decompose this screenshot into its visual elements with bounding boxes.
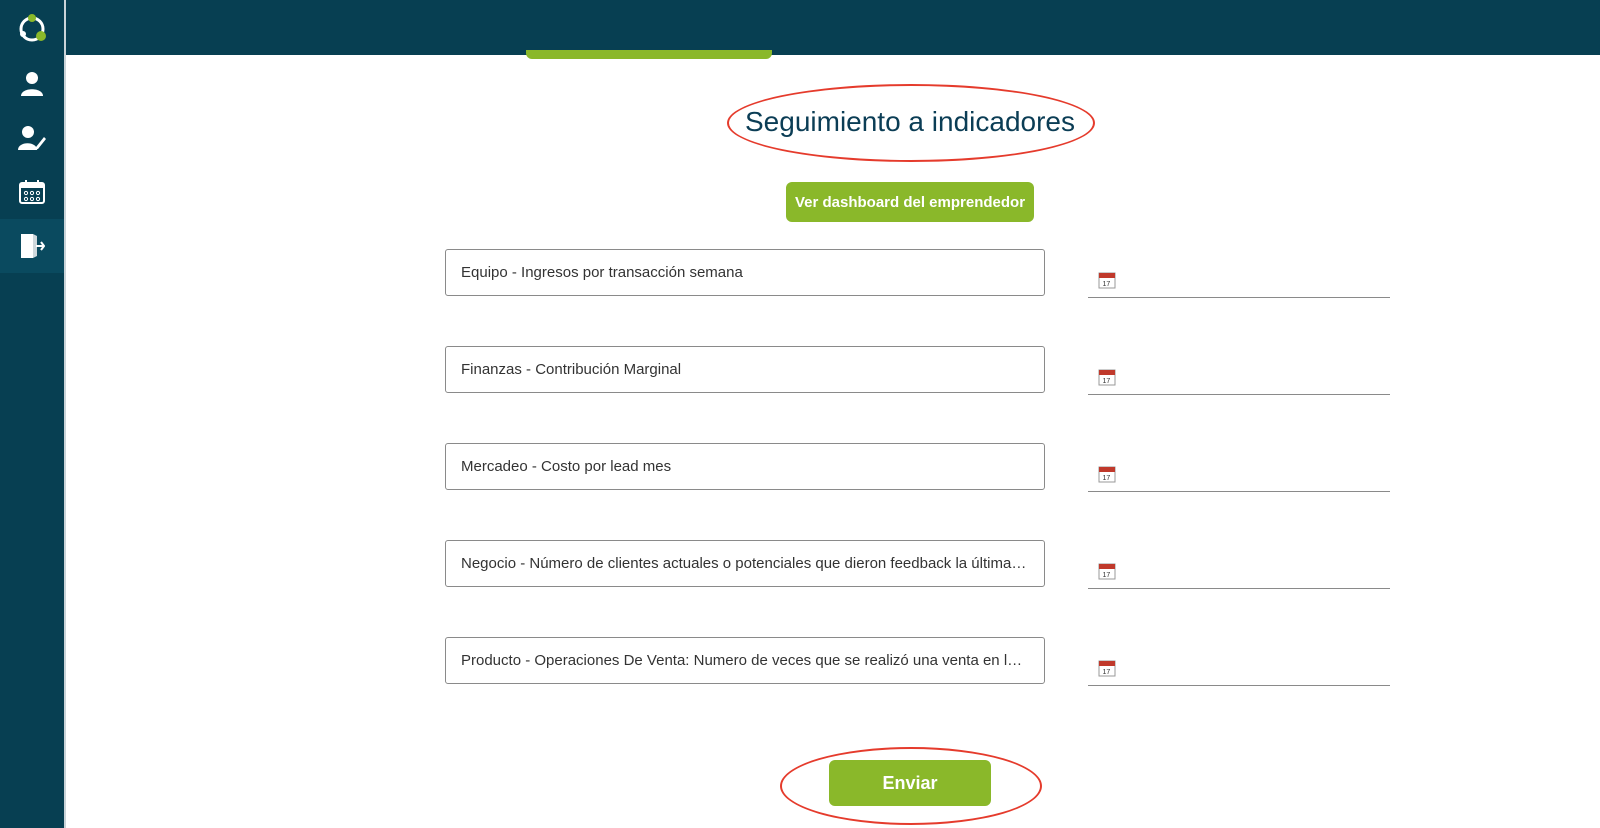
- page-title-wrap: Seguimiento a indicadores: [727, 84, 1093, 160]
- top-bar: [0, 0, 1600, 55]
- page-title: Seguimiento a indicadores: [745, 106, 1075, 137]
- user-icon[interactable]: [0, 57, 64, 111]
- indicator-row: Negocio - Número de clientes actuales o …: [0, 540, 1600, 600]
- date-calendar-icon[interactable]: 17: [1098, 271, 1116, 289]
- indicator-row: Mercadeo - Costo por lead mes 17: [0, 443, 1600, 503]
- user-edit-icon[interactable]: [0, 111, 64, 165]
- indicator-row: Finanzas - Contribución Marginal 17: [0, 346, 1600, 406]
- top-tab-partial: [526, 50, 772, 59]
- indicator-field[interactable]: Mercadeo - Costo por lead mes: [445, 443, 1045, 490]
- send-button[interactable]: Enviar: [829, 760, 991, 806]
- date-field[interactable]: 17: [1088, 461, 1390, 492]
- date-field[interactable]: 17: [1088, 655, 1390, 686]
- date-field[interactable]: 17: [1088, 267, 1390, 298]
- date-calendar-icon[interactable]: 17: [1098, 465, 1116, 483]
- date-calendar-icon[interactable]: 17: [1098, 659, 1116, 677]
- date-calendar-icon[interactable]: 17: [1098, 562, 1116, 580]
- sidebar: [0, 0, 66, 828]
- app-logo-icon[interactable]: [0, 2, 64, 56]
- svg-text:17: 17: [1103, 669, 1111, 676]
- svg-text:17: 17: [1103, 572, 1111, 579]
- indicator-field[interactable]: Finanzas - Contribución Marginal: [445, 346, 1045, 393]
- indicator-field[interactable]: Producto - Operaciones De Venta: Numero …: [445, 637, 1045, 684]
- indicator-row: Producto - Operaciones De Venta: Numero …: [0, 637, 1600, 697]
- calendar-icon[interactable]: [0, 165, 64, 219]
- svg-text:17: 17: [1103, 475, 1111, 482]
- indicator-field[interactable]: Negocio - Número de clientes actuales o …: [445, 540, 1045, 587]
- date-field[interactable]: 17: [1088, 364, 1390, 395]
- indicator-field[interactable]: Equipo - Ingresos por transacción semana: [445, 249, 1045, 296]
- date-calendar-icon[interactable]: 17: [1098, 368, 1116, 386]
- svg-text:17: 17: [1103, 378, 1111, 385]
- view-dashboard-button[interactable]: Ver dashboard del emprendedor: [786, 182, 1034, 222]
- indicator-row: Equipo - Ingresos por transacción semana…: [0, 249, 1600, 309]
- date-field[interactable]: 17: [1088, 558, 1390, 589]
- svg-text:17: 17: [1103, 281, 1111, 288]
